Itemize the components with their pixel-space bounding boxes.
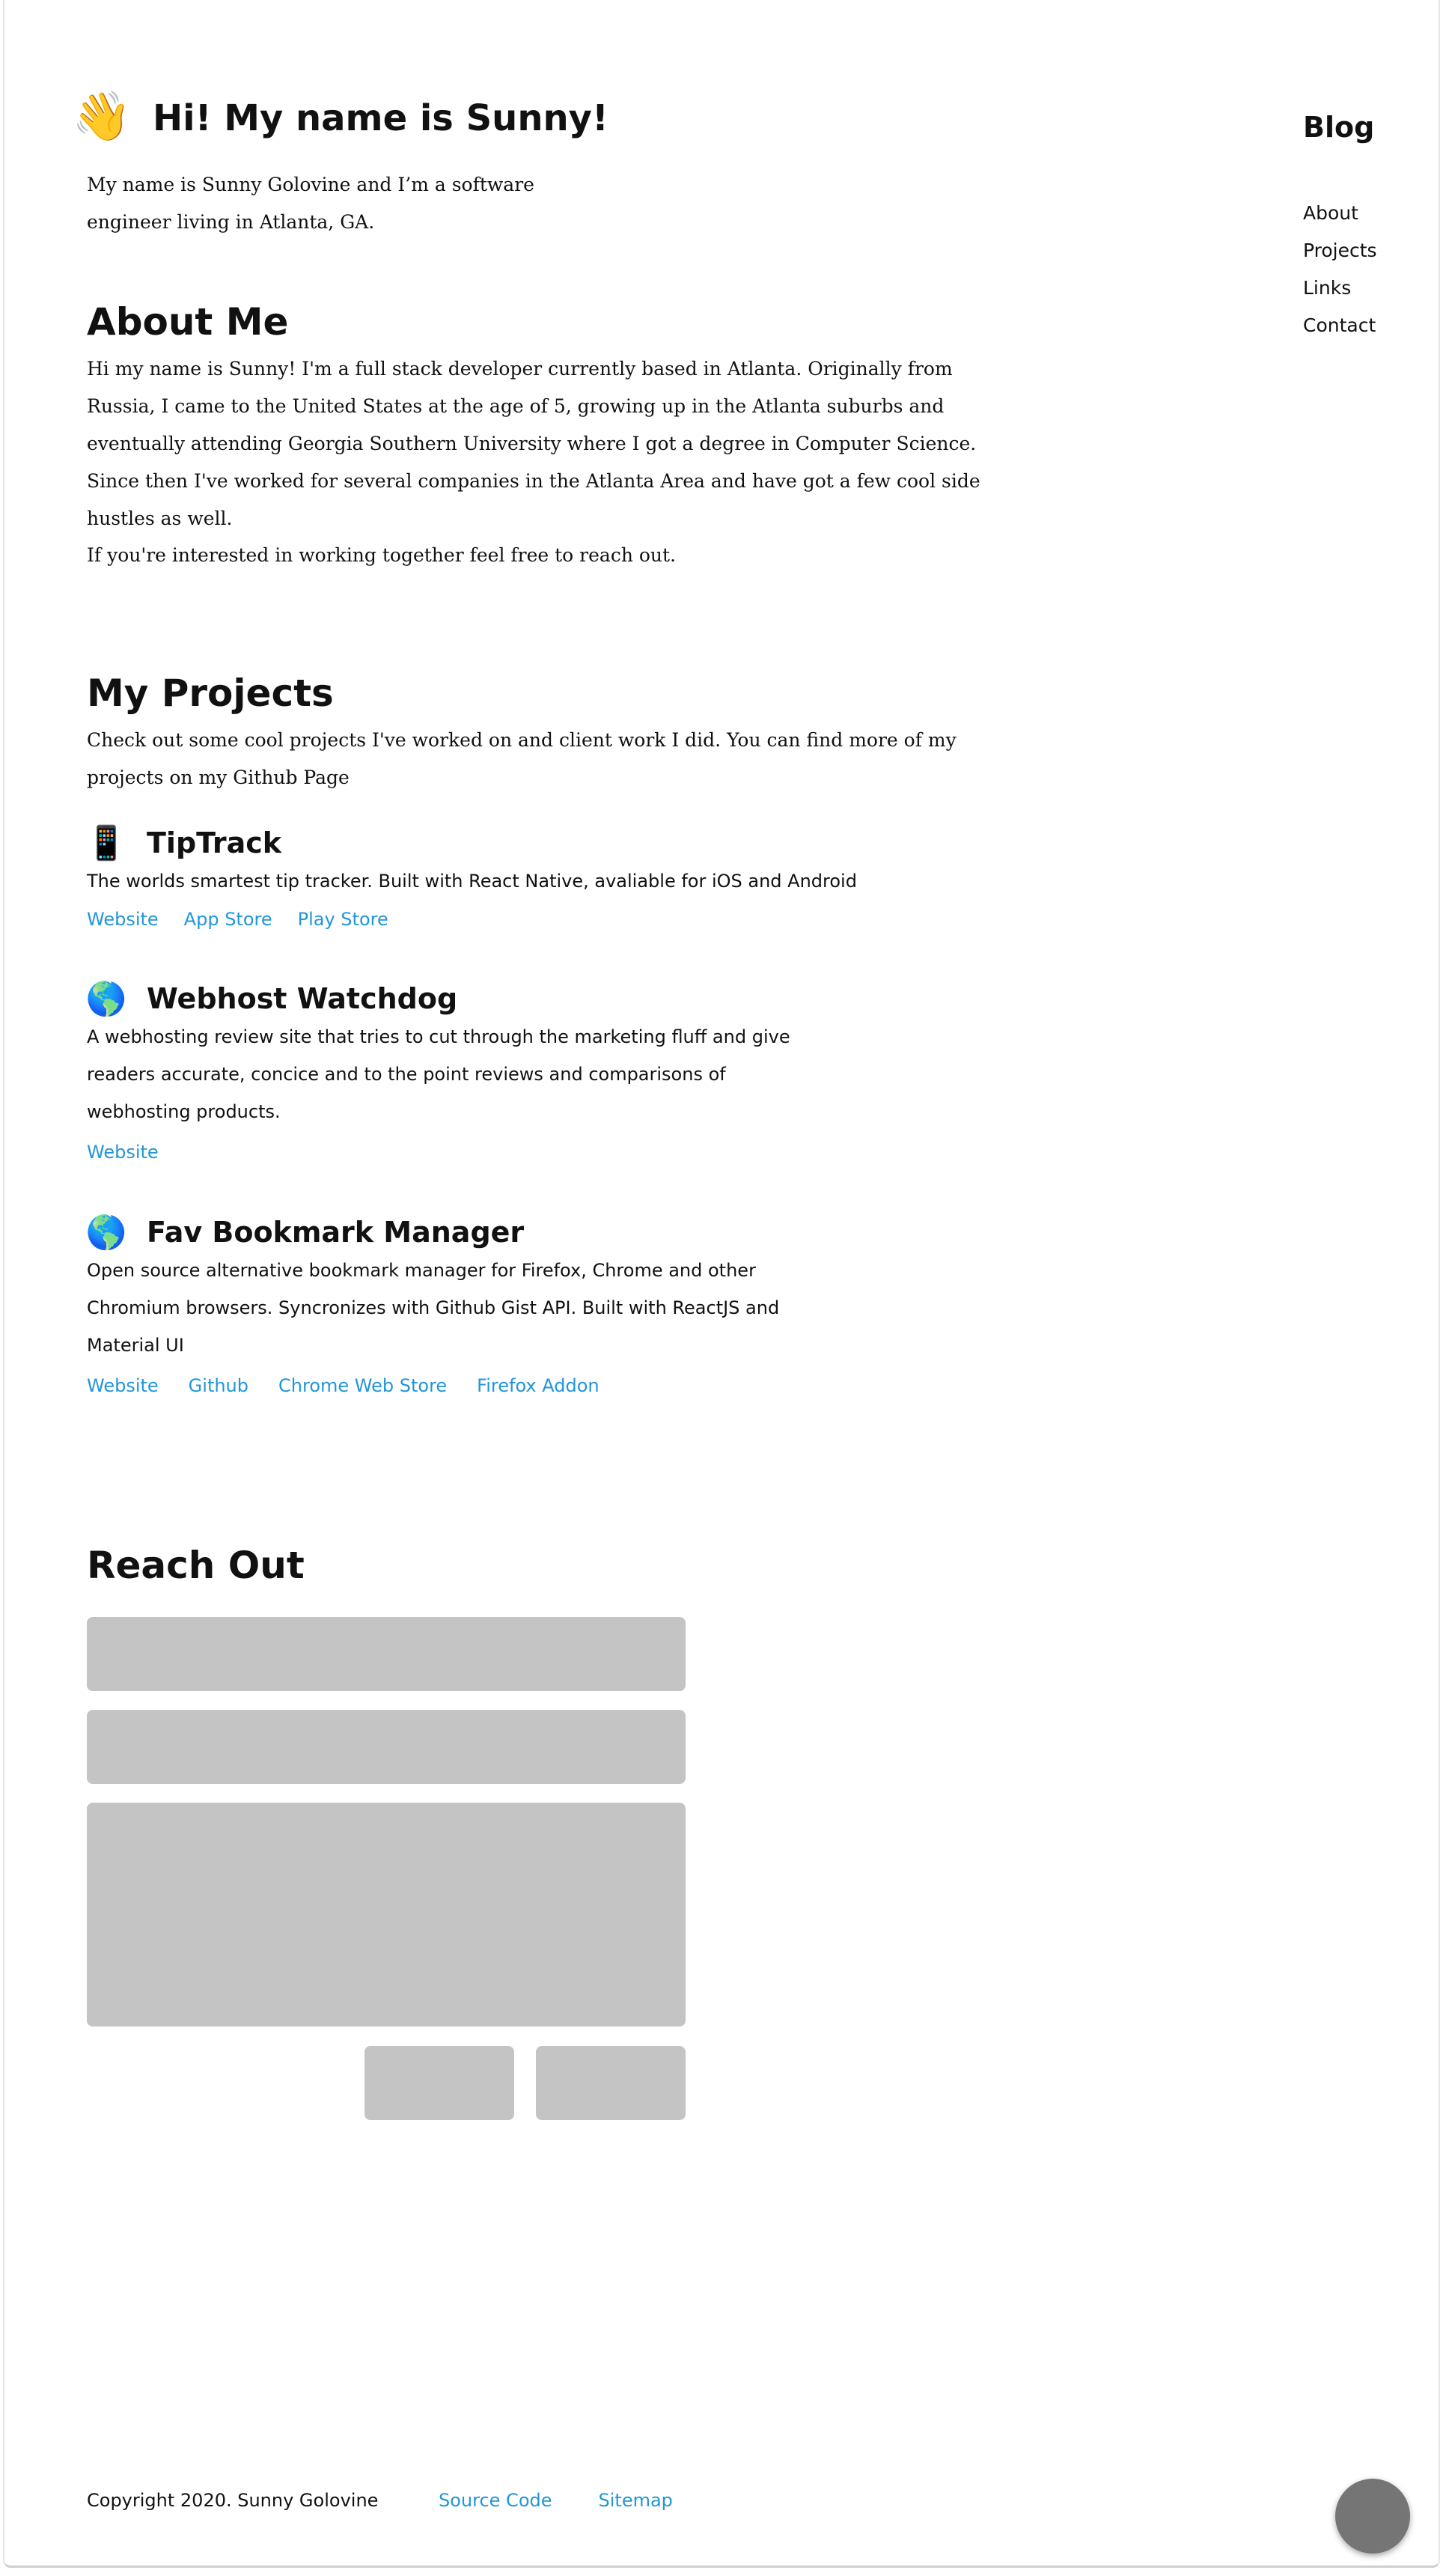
about-paragraph: Hi my name is Sunny! I'm a full stack de… [87,358,980,529]
projects-heading: My Projects [87,672,334,715]
projects-intro: Check out some cool projects I've worked… [87,729,957,788]
project-links: Website Github Chrome Web Store Firefox … [87,1371,625,1401]
reach-out-heading: Reach Out [87,1544,305,1587]
mobile-phone-icon: 📱 [85,824,127,862]
project-links: Website App Store Play Store [87,904,414,934]
globe-icon: 🌎 [85,980,127,1018]
project-website-link[interactable]: Website [87,1371,159,1401]
floating-action-button[interactable] [1335,2479,1410,2554]
project-app-store-link[interactable]: App Store [184,904,272,934]
submit-button[interactable] [536,2046,686,2120]
message-field[interactable] [87,1803,686,2027]
intro-text: My name is Sunny Golovine and I’m a soft… [87,174,534,233]
project-description: A webhosting review site that tries to c… [87,1026,790,1122]
about-heading: About Me [87,300,289,344]
project-play-store-link[interactable]: Play Store [298,904,388,934]
nav-item-about[interactable]: About [1303,195,1377,232]
nav-item-contact[interactable]: Contact [1303,307,1377,344]
project-firefox-addon-link[interactable]: Firefox Addon [477,1371,599,1401]
footer-copyright: Copyright 2020. Sunny Golovine [87,2490,379,2511]
project-name: Webhost Watchdog [147,982,458,1015]
page-title: Hi! My name is Sunny! [153,97,608,139]
reset-button[interactable] [364,2046,514,2120]
side-nav: About Projects Links Contact [1303,195,1377,344]
email-field[interactable] [87,1710,686,1784]
blog-link[interactable]: Blog [1303,105,1374,150]
sitemap-link[interactable]: Sitemap [599,2485,673,2515]
project-chrome-store-link[interactable]: Chrome Web Store [278,1371,447,1401]
waving-hand-icon: 👋 [72,89,132,144]
project-github-link[interactable]: Github [189,1371,248,1401]
about-cta-paragraph: If you're interested in working together… [87,544,677,566]
source-code-link[interactable]: Source Code [439,2485,552,2515]
project-name: Fav Bookmark Manager [147,1216,525,1249]
footer-links: Source Code Sitemap [439,2485,719,2515]
project-website-link[interactable]: Website [87,1137,159,1167]
nav-item-projects[interactable]: Projects [1303,232,1377,270]
project-description: The worlds smartest tip tracker. Built w… [87,871,857,892]
globe-icon: 🌎 [85,1214,127,1252]
project-description: Open source alternative bookmark manager… [87,1260,780,1356]
nav-item-links[interactable]: Links [1303,270,1377,307]
project-name: TipTrack [147,826,282,859]
project-website-link[interactable]: Website [87,904,159,934]
project-links: Website [87,1137,184,1167]
name-field[interactable] [87,1617,686,1691]
